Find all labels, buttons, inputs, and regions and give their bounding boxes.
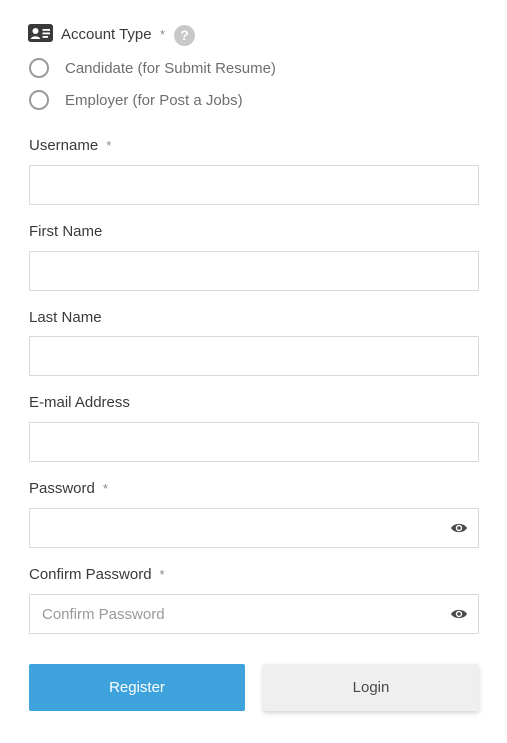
first-name-input[interactable]	[30, 252, 478, 290]
required-mark: *	[102, 481, 108, 496]
last-name-input[interactable]	[30, 337, 478, 375]
email-label: E-mail Address	[29, 394, 130, 411]
id-card-icon	[28, 24, 53, 42]
last-name-label: Last Name	[29, 309, 102, 326]
radio-button-candidate[interactable]	[29, 58, 49, 78]
username-input[interactable]	[30, 166, 478, 204]
radio-button-employer[interactable]	[29, 90, 49, 110]
eye-icon[interactable]	[450, 607, 468, 621]
username-label-text: Username	[29, 137, 99, 154]
eye-icon[interactable]	[450, 521, 468, 535]
required-mark: *	[106, 138, 112, 153]
question-circle-icon[interactable]: ?	[174, 25, 195, 46]
first-name-label: First Name	[29, 223, 103, 240]
username-label: Username *	[29, 137, 111, 155]
login-button[interactable]: Login	[263, 664, 479, 711]
last-name-field-wrapper	[29, 336, 479, 376]
username-field-wrapper	[29, 165, 479, 205]
password-label: Password *	[29, 480, 108, 498]
confirm-password-field-wrapper	[29, 594, 479, 634]
confirm-password-label-text: Confirm Password	[29, 566, 152, 583]
password-label-text: Password	[29, 480, 95, 497]
radio-employer[interactable]: Employer (for Post a Jobs)	[29, 89, 243, 111]
password-field-wrapper	[29, 508, 479, 548]
confirm-password-input[interactable]	[30, 595, 478, 633]
radio-label-candidate: Candidate (for Submit Resume)	[65, 59, 276, 77]
required-mark: *	[160, 27, 166, 42]
password-input[interactable]	[30, 509, 478, 547]
register-button[interactable]: Register	[29, 664, 245, 711]
email-input[interactable]	[30, 423, 478, 461]
confirm-password-label: Confirm Password *	[29, 566, 165, 584]
account-type-label: Account Type	[61, 26, 152, 43]
email-field-wrapper	[29, 422, 479, 462]
radio-candidate[interactable]: Candidate (for Submit Resume)	[29, 57, 276, 79]
required-mark: *	[159, 567, 165, 582]
radio-label-employer: Employer (for Post a Jobs)	[65, 91, 243, 109]
first-name-field-wrapper	[29, 251, 479, 291]
